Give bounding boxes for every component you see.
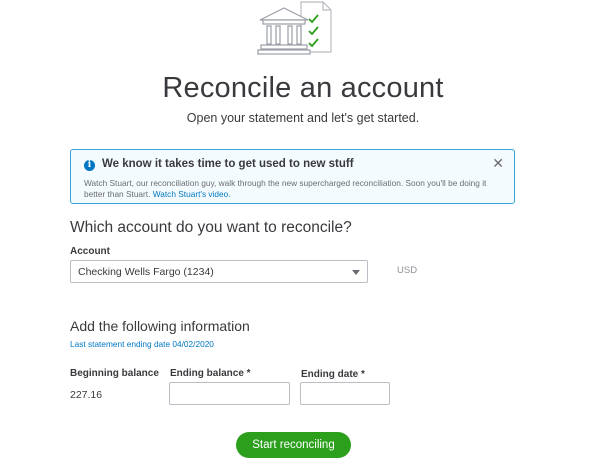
chevron-down-icon <box>352 270 360 275</box>
ending-balance-input[interactable] <box>169 382 290 405</box>
ending-balance-label: Ending balance * <box>170 368 251 379</box>
account-select[interactable]: Checking Wells Fargo (1234) <box>70 260 368 283</box>
account-section-heading: Which account do you want to reconcile? <box>70 219 352 236</box>
info-icon: i <box>84 160 95 171</box>
account-select-value: Checking Wells Fargo (1234) <box>78 266 214 278</box>
currency-label: USD <box>397 265 418 276</box>
close-icon[interactable]: ✕ <box>492 155 504 172</box>
banner-body-text: Watch Stuart, our reconciliation guy, wa… <box>84 178 487 199</box>
last-statement-link[interactable]: Last statement ending date 04/02/2020 <box>70 339 214 349</box>
info-section-heading: Add the following information <box>70 318 250 334</box>
ending-date-label: Ending date * <box>301 369 365 380</box>
page-title: Reconcile an account <box>162 72 444 104</box>
start-reconciling-button[interactable]: Start reconciling <box>236 432 351 458</box>
watch-video-link[interactable]: Watch Stuart's video. <box>153 189 231 199</box>
banner-body: Watch Stuart, our reconciliation guy, wa… <box>84 178 504 200</box>
account-label: Account <box>70 246 110 257</box>
ending-date-input[interactable] <box>300 382 390 405</box>
info-banner: i We know it takes time to get used to n… <box>70 149 515 204</box>
page-subtitle: Open your statement and let's get starte… <box>186 111 420 125</box>
banner-title: We know it takes time to get used to new… <box>102 158 354 170</box>
beginning-balance-label: Beginning balance <box>70 368 159 379</box>
bank-with-checklist-icon <box>257 1 332 55</box>
beginning-balance-value: 227.16 <box>70 389 103 401</box>
